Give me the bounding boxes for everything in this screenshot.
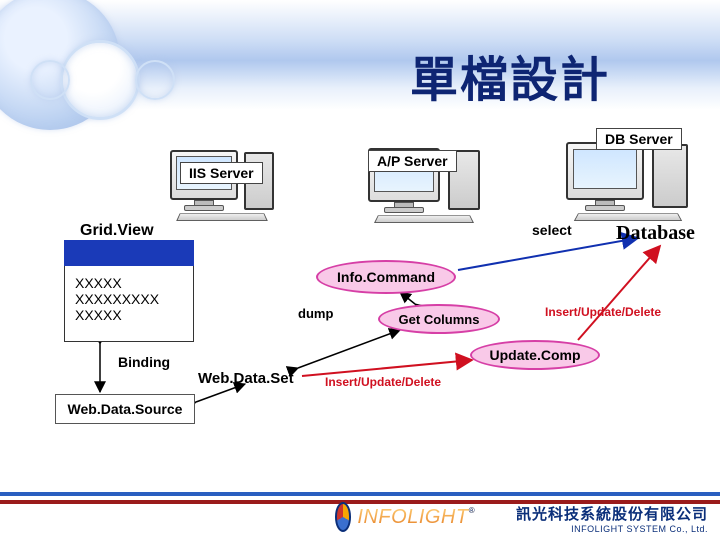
gridview-header <box>64 240 194 266</box>
iud-label: Insert/Update/Delete <box>545 305 661 319</box>
footer-company: 訊光科技系統股份有限公司 INFOLIGHT SYSTEM Co., Ltd. <box>516 506 708 534</box>
footer-company-en: INFOLIGHT SYSTEM Co., Ltd. <box>516 524 708 534</box>
gridview-row: XXXXX <box>75 307 122 323</box>
iud-label: Insert/Update/Delete <box>325 375 441 389</box>
gridview-box: XXXXX XXXXXXXXX XXXXX <box>64 240 194 342</box>
brand-logo-text: INFOLIGHT® <box>357 506 475 529</box>
decorative-ring-icon <box>30 60 70 100</box>
iis-server-label: IIS Server <box>180 162 263 184</box>
brand-logo: INFOLIGHT® <box>335 499 475 535</box>
updatecomp-node: Update.Comp <box>470 340 600 370</box>
db-server-label: DB Server <box>596 128 682 150</box>
webdatasource-box: Web.Data.Source <box>55 394 195 424</box>
dump-label: dump <box>298 306 333 321</box>
page-title: 單檔設計 <box>410 40 610 110</box>
footer-line-icon <box>0 492 720 496</box>
getcolumns-node: Get Columns <box>378 304 500 334</box>
select-label: select <box>532 222 572 238</box>
binding-label: Binding <box>118 354 170 370</box>
gridview-row: XXXXXXXXX <box>75 291 159 307</box>
footer-company-cn: 訊光科技系統股份有限公司 <box>516 506 708 523</box>
footer: INFOLIGHT® 訊光科技系統股份有限公司 INFOLIGHT SYSTEM… <box>0 480 720 540</box>
database-label: Database <box>616 222 695 245</box>
gridview-row: XXXXX <box>75 275 122 291</box>
webdataset-label: Web.Data.Set <box>198 370 294 387</box>
ap-server-label: A/P Server <box>368 150 457 172</box>
db-server-icon <box>566 142 706 232</box>
decorative-ring-icon <box>135 60 175 100</box>
brand-logo-icon <box>335 502 351 532</box>
gridview-label: Grid.View <box>80 222 154 240</box>
decorative-ring-icon <box>60 40 140 120</box>
infocommand-node: Info.Command <box>316 260 456 294</box>
